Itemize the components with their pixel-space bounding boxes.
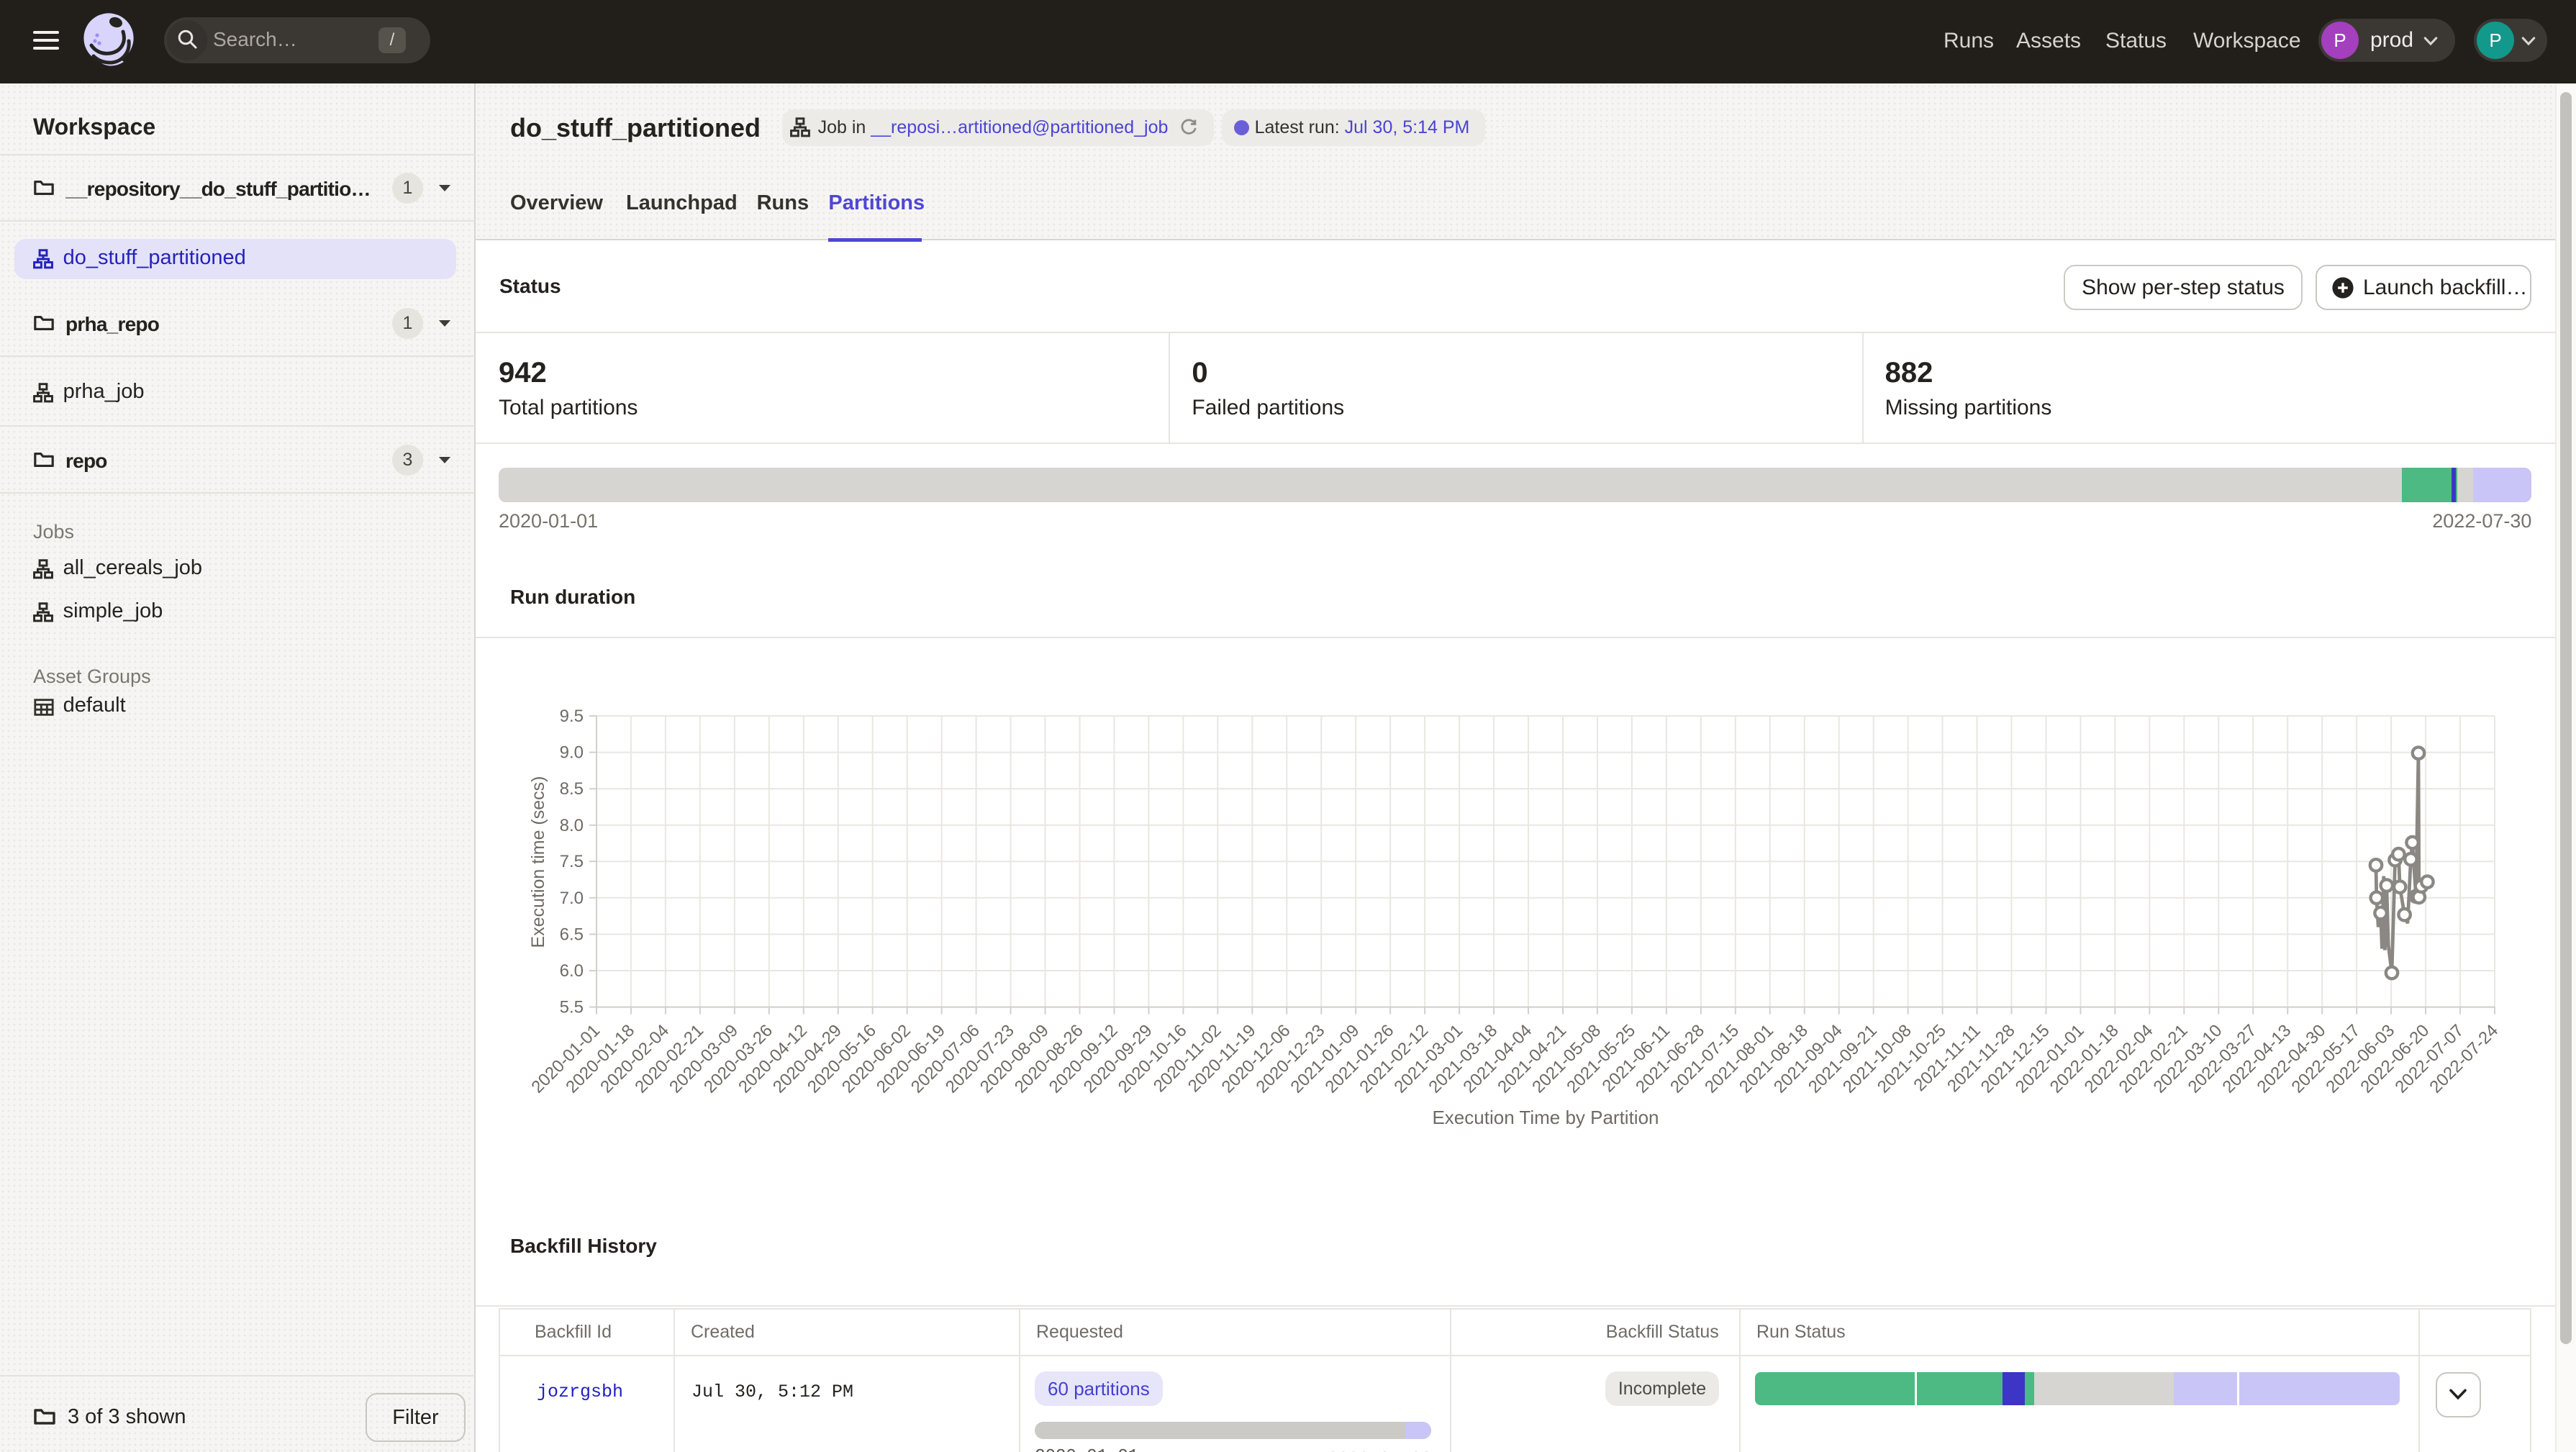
svg-text:9.0: 9.0 xyxy=(560,743,584,763)
svg-text:7.0: 7.0 xyxy=(560,889,584,908)
svg-text:8.5: 8.5 xyxy=(560,779,584,799)
svg-text:6.0: 6.0 xyxy=(560,961,584,981)
svg-text:8.0: 8.0 xyxy=(560,816,584,835)
svg-text:6.5: 6.5 xyxy=(560,925,584,944)
svg-text:9.5: 9.5 xyxy=(560,707,584,726)
svg-text:7.5: 7.5 xyxy=(560,852,584,871)
svg-text:5.5: 5.5 xyxy=(560,998,584,1017)
svg-text:Execution time (secs): Execution time (secs) xyxy=(528,776,548,948)
